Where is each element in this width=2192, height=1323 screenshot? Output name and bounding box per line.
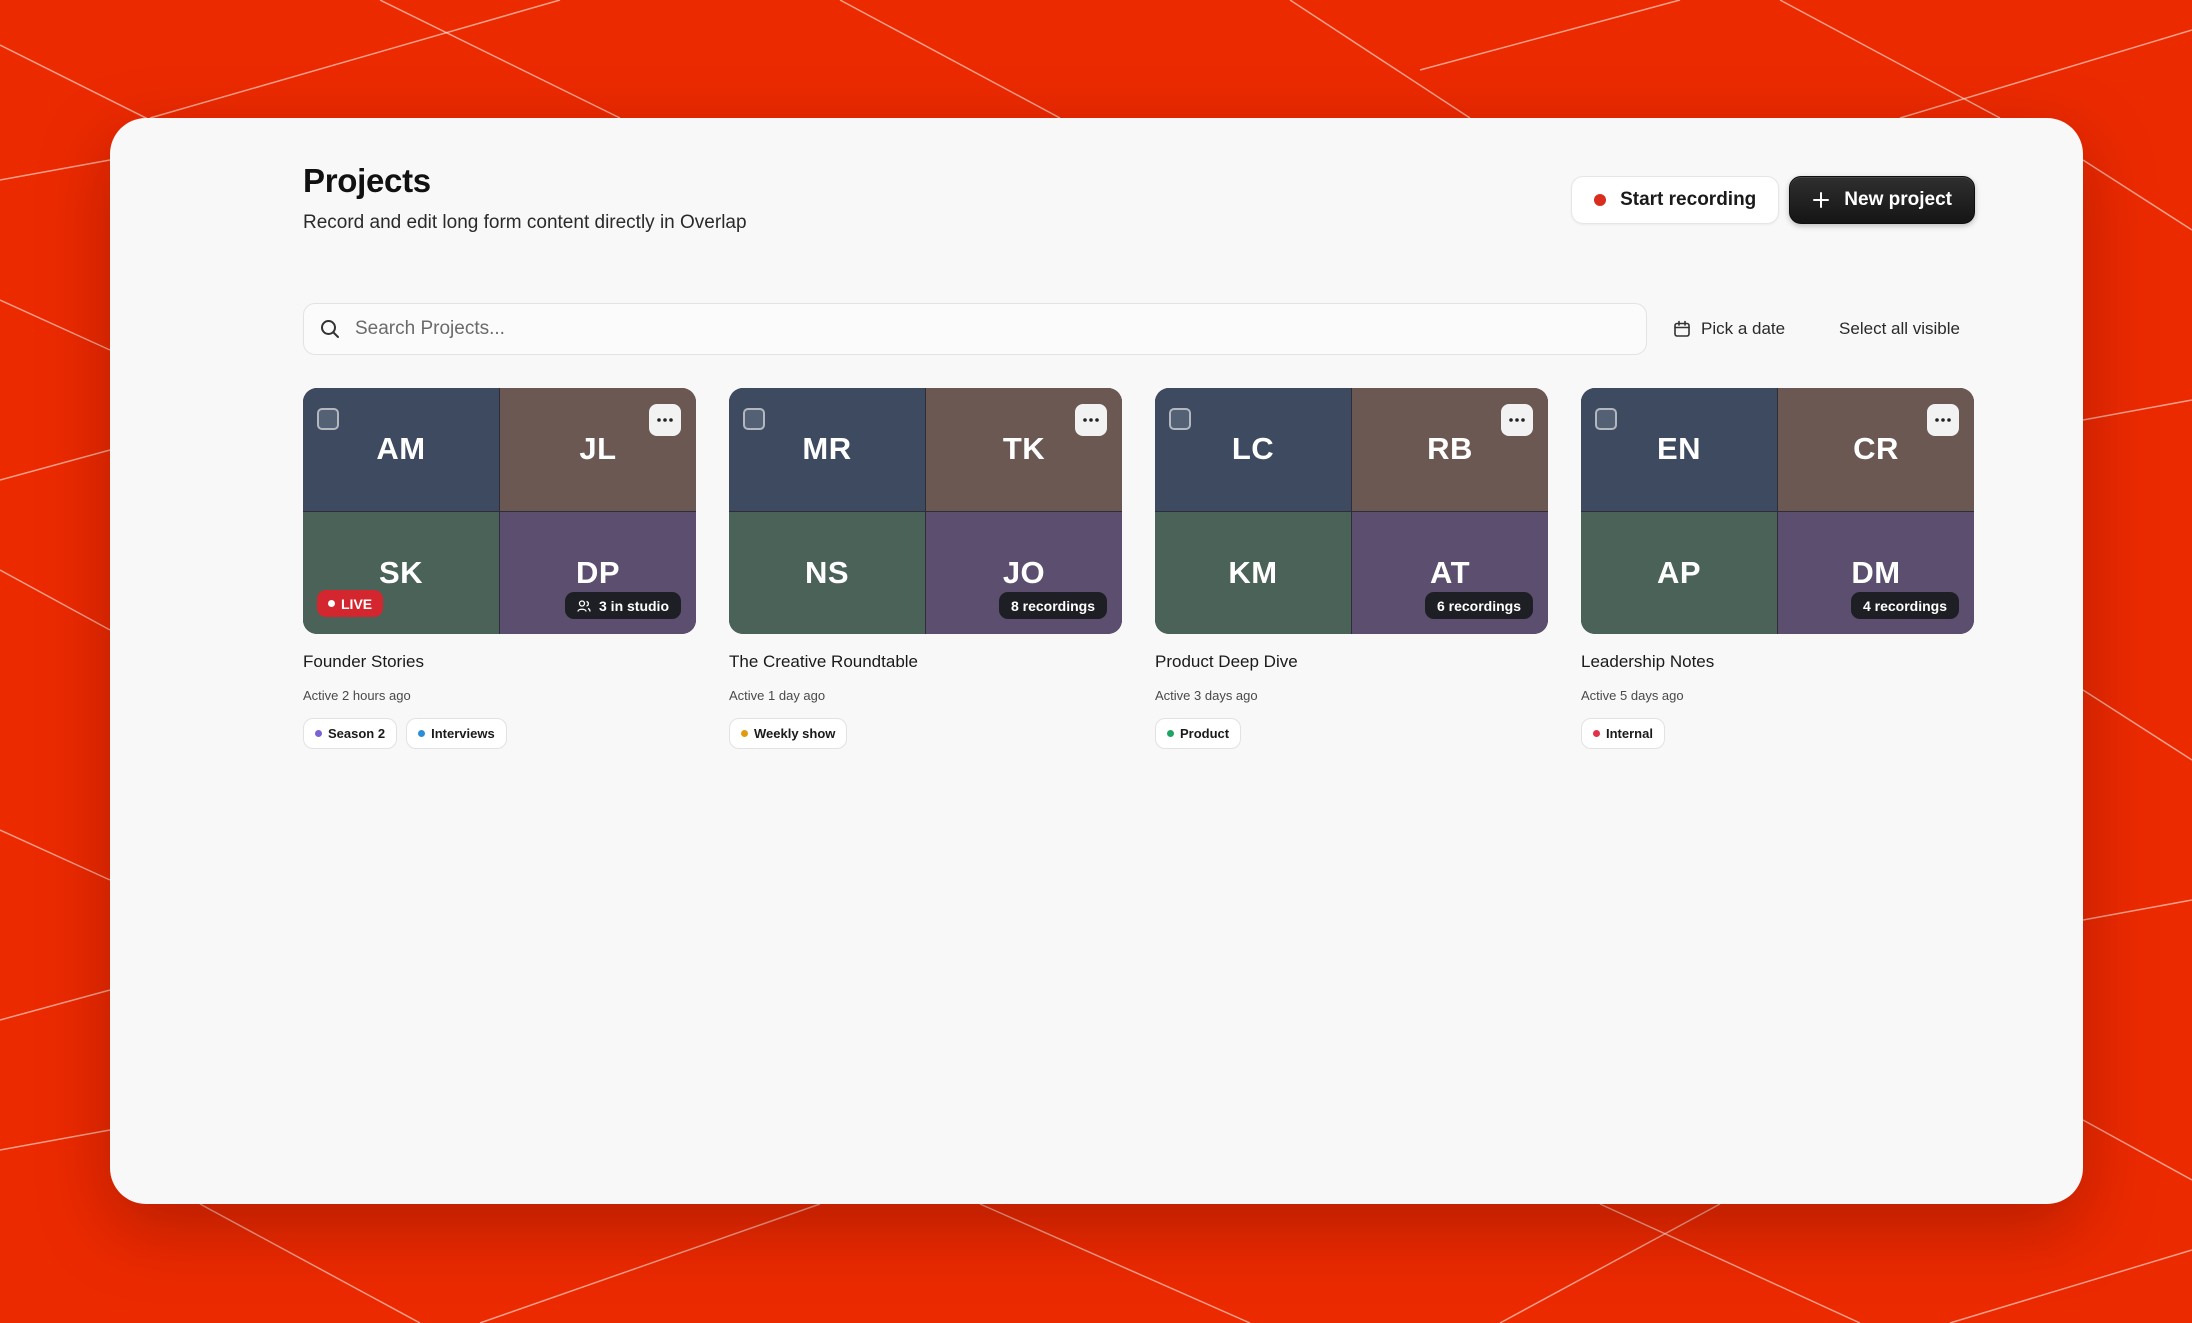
new-project-label: New project <box>1844 189 1952 210</box>
record-dot-icon <box>1594 194 1607 206</box>
project-card[interactable]: EN CR AP DM 4 recordings Leadership Note… <box>1581 388 1974 749</box>
project-thumbnail[interactable]: LC RB KM AT 6 recordings <box>1155 388 1548 634</box>
header-actions: Start recording New project <box>1571 176 1975 224</box>
select-checkbox[interactable] <box>1595 408 1617 430</box>
select-checkbox[interactable] <box>317 408 339 430</box>
select-all-visible-button[interactable]: Select all visible <box>1839 303 1960 355</box>
app-window: Projects Record and edit long form conte… <box>110 118 2083 1204</box>
tag-label: Internal <box>1606 726 1653 741</box>
more-options-button[interactable] <box>649 404 681 436</box>
project-last-active: Active 5 days ago <box>1581 688 1684 703</box>
select-checkbox[interactable] <box>1169 408 1191 430</box>
recordings-count-badge: 6 recordings <box>1424 592 1533 619</box>
project-tags: Weekly show <box>729 718 1122 749</box>
tag-internal[interactable]: Internal <box>1581 718 1665 749</box>
project-grid: AM JL SK DP LIVE 3 in studio Founder Sto… <box>303 388 1975 749</box>
calendar-icon <box>1674 320 1690 337</box>
page-subtitle: Record and edit long form content direct… <box>303 212 747 233</box>
page-header: Projects Record and edit long form conte… <box>303 162 1975 252</box>
more-horizontal-icon <box>1509 418 1525 422</box>
tag-interviews[interactable]: Interviews <box>406 718 507 749</box>
tag-label: Product <box>1180 726 1230 741</box>
project-title[interactable]: Leadership Notes <box>1581 652 1974 672</box>
project-last-active: Active 2 hours ago <box>303 688 411 703</box>
project-last-active: Active 1 day ago <box>729 688 826 703</box>
start-recording-label: Start recording <box>1620 189 1757 210</box>
select-checkbox[interactable] <box>743 408 765 430</box>
more-horizontal-icon <box>657 418 673 422</box>
new-project-button[interactable]: New project <box>1789 176 1975 224</box>
project-tags: Internal <box>1581 718 1974 749</box>
project-tags: Season 2 Interviews <box>303 718 696 749</box>
participant-tile: EN <box>1581 388 1777 511</box>
project-card[interactable]: LC RB KM AT 6 recordings Product Deep Di… <box>1155 388 1548 749</box>
project-last-active: Active 3 days ago <box>1155 688 1258 703</box>
project-title[interactable]: Product Deep Dive <box>1155 652 1548 672</box>
more-options-button[interactable] <box>1927 404 1959 436</box>
search-box[interactable] <box>303 303 1647 355</box>
page-title: Projects <box>303 162 431 199</box>
pick-date-label: Pick a date <box>1701 319 1786 338</box>
tag-label: Weekly show <box>754 726 836 741</box>
tag-color-dot <box>418 730 426 737</box>
tag-color-dot <box>1593 730 1600 737</box>
project-thumbnail[interactable]: AM JL SK DP LIVE 3 in studio <box>303 388 696 634</box>
studio-count-badge: 3 in studio <box>565 592 681 619</box>
tag-color-dot <box>741 730 748 737</box>
participant-tile: NS <box>729 511 925 634</box>
tag-label: Interviews <box>431 726 495 741</box>
participant-tile: AP <box>1581 511 1777 634</box>
project-thumbnail[interactable]: MR TK NS JO 8 recordings <box>729 388 1122 634</box>
more-options-button[interactable] <box>1075 404 1107 436</box>
people-icon <box>577 599 591 612</box>
pick-date-button[interactable]: Pick a date <box>1673 303 1785 355</box>
project-tags: Product <box>1155 718 1548 749</box>
tag-weekly-show[interactable]: Weekly show <box>729 718 848 749</box>
more-options-button[interactable] <box>1501 404 1533 436</box>
tag-season-2[interactable]: Season 2 <box>303 718 398 749</box>
project-card[interactable]: MR TK NS JO 8 recordings The Creative Ro… <box>729 388 1122 749</box>
toolbar: Pick a date Select all visible <box>303 303 1975 355</box>
tag-color-dot <box>315 730 322 737</box>
participant-tile: LC <box>1155 388 1351 511</box>
participant-tile: KM <box>1155 511 1351 634</box>
studio-count-label: 3 in studio <box>599 597 669 614</box>
tag-label: Season 2 <box>328 726 386 741</box>
project-card[interactable]: AM JL SK DP LIVE 3 in studio Founder Sto… <box>303 388 696 749</box>
live-label: LIVE <box>341 595 373 612</box>
participant-tile: MR <box>729 388 925 511</box>
tag-color-dot <box>1167 730 1174 737</box>
participant-tile: AM <box>303 388 499 511</box>
live-dot-icon <box>328 600 335 607</box>
plus-icon <box>1813 192 1830 208</box>
tag-product[interactable]: Product <box>1155 718 1242 749</box>
start-recording-button[interactable]: Start recording <box>1571 176 1780 224</box>
more-horizontal-icon <box>1935 418 1951 422</box>
recordings-count-badge: 4 recordings <box>1850 592 1959 619</box>
search-icon <box>321 320 339 338</box>
search-input[interactable] <box>353 317 1617 341</box>
live-badge: LIVE <box>317 590 384 617</box>
project-thumbnail[interactable]: EN CR AP DM 4 recordings <box>1581 388 1974 634</box>
project-title[interactable]: Founder Stories <box>303 652 696 672</box>
project-title[interactable]: The Creative Roundtable <box>729 652 1122 672</box>
recordings-count-badge: 8 recordings <box>998 592 1107 619</box>
more-horizontal-icon <box>1083 418 1099 422</box>
